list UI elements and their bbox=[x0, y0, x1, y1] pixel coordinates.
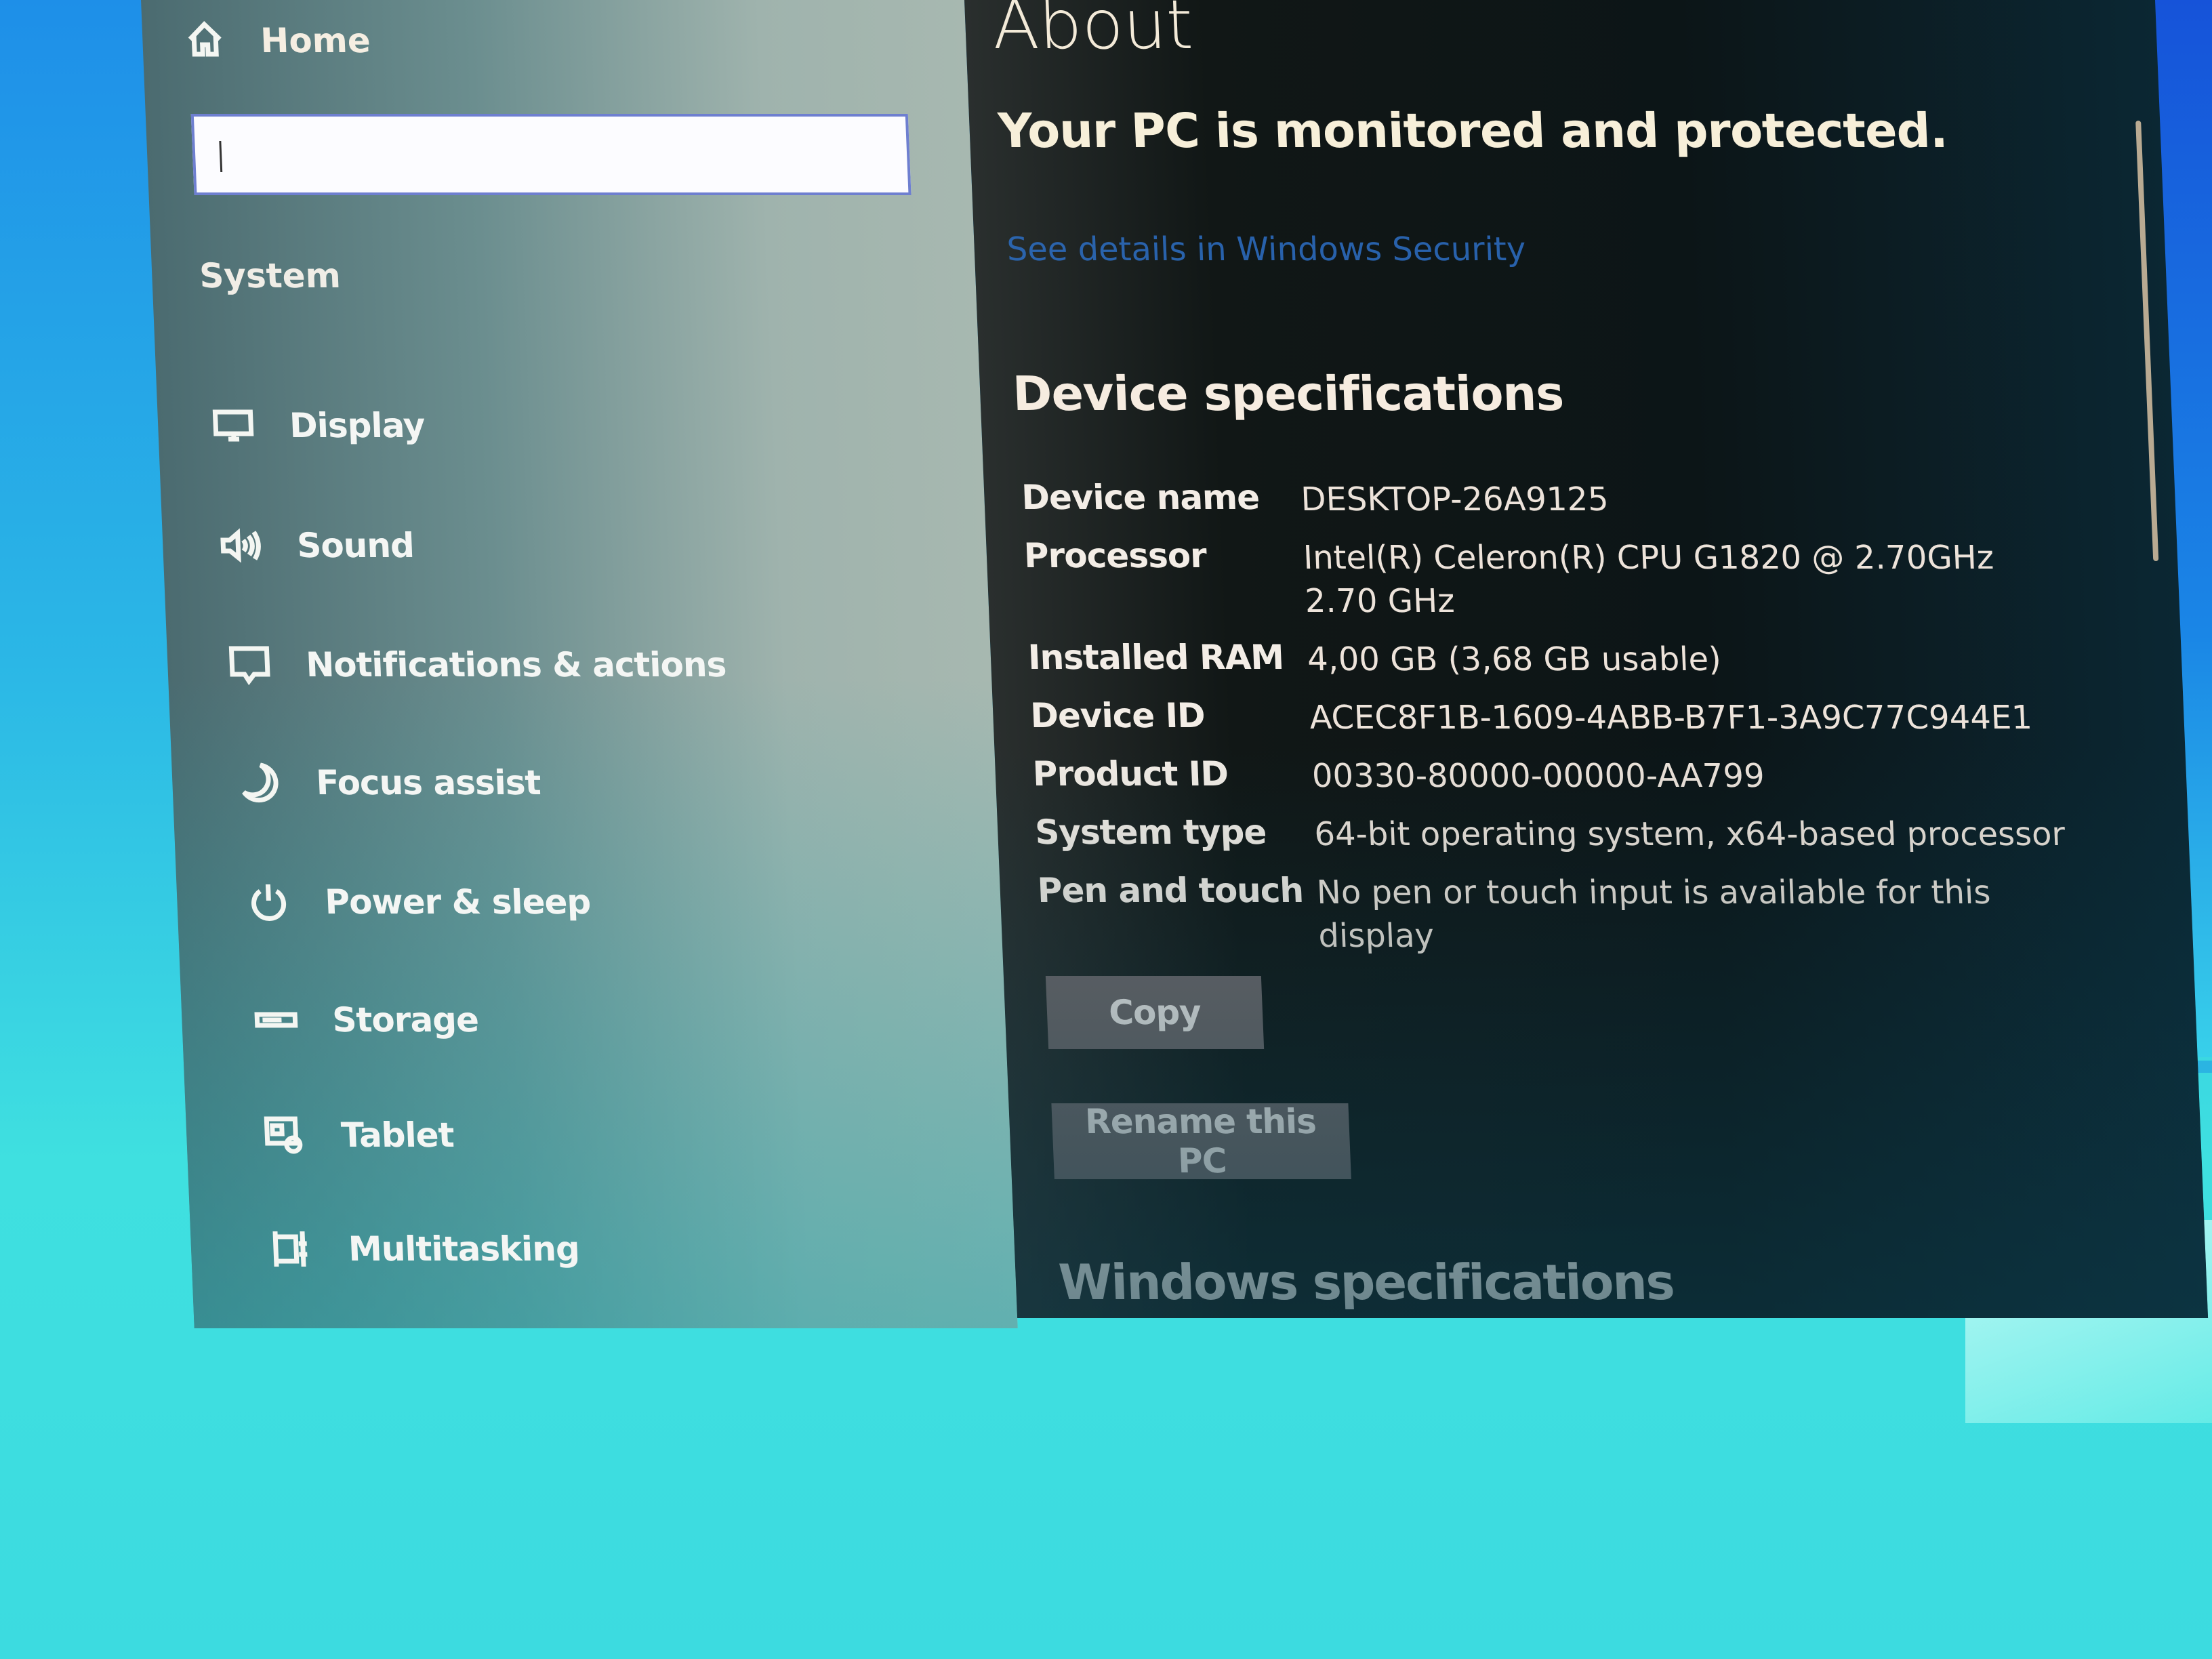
sidebar-item-label: Multitasking bbox=[347, 1229, 580, 1269]
spec-key: Installed RAM bbox=[1027, 638, 1285, 677]
device-specifications-heading: Device specifications bbox=[1011, 366, 1565, 422]
device-specifications-table: Device name DESKTOP-26A9125 Processor In… bbox=[1021, 478, 2125, 972]
spec-key: Product ID bbox=[1031, 754, 1229, 794]
power-icon bbox=[245, 880, 292, 924]
spec-value: DESKTOP-26A9125 bbox=[1300, 480, 1610, 518]
sidebar-home[interactable]: Home bbox=[184, 19, 371, 62]
spec-row-product-id: Product ID 00330-80000-00000-AA799 bbox=[1032, 754, 2118, 798]
sidebar-item-display[interactable]: Display bbox=[210, 403, 426, 448]
spec-value: ACEC8F1B-1609-4ABB-B7F1-3A9C77C944E1 bbox=[1309, 699, 2033, 737]
sidebar-item-label: Power & sleep bbox=[324, 882, 592, 922]
spec-value: 00330-80000-00000-AA799 bbox=[1311, 757, 1765, 795]
vertical-scrollbar[interactable] bbox=[2135, 121, 2159, 561]
spec-row-system-type: System type 64-bit operating system, x64… bbox=[1034, 813, 2121, 856]
windows-security-link[interactable]: See details in Windows Security bbox=[1006, 230, 1527, 268]
spec-key: System type bbox=[1034, 813, 1267, 852]
tablet-icon bbox=[262, 1113, 308, 1158]
sidebar: Home System Display Sound Notifications … bbox=[141, 0, 1018, 1328]
sidebar-item-tablet[interactable]: Tablet bbox=[262, 1113, 455, 1158]
multitasking-icon bbox=[269, 1227, 316, 1271]
spec-row-device-id: Device ID ACEC8F1B-1609-4ABB-B7F1-3A9C77… bbox=[1029, 696, 2116, 739]
spec-key: Pen and touch bbox=[1036, 871, 1305, 910]
spec-row-processor: Processor Intel(R) Celeron(R) CPU G1820 … bbox=[1023, 536, 2111, 623]
copy-button[interactable]: Copy bbox=[1045, 976, 1265, 1049]
home-label: Home bbox=[260, 21, 371, 60]
display-icon bbox=[210, 403, 257, 448]
sidebar-item-label: Focus assist bbox=[315, 763, 541, 802]
page-title: About bbox=[991, 0, 1195, 64]
sidebar-item-power-sleep[interactable]: Power & sleep bbox=[245, 880, 591, 924]
sidebar-item-label: Notifications & actions bbox=[305, 645, 727, 684]
sidebar-item-label: Storage bbox=[331, 1000, 479, 1040]
spec-row-installed-ram: Installed RAM 4,00 GB (3,68 GB usable) bbox=[1027, 638, 2114, 681]
rename-pc-button[interactable]: Rename this PC bbox=[1051, 1102, 1351, 1181]
sidebar-item-label: Sound bbox=[296, 526, 415, 565]
search-input[interactable] bbox=[193, 117, 909, 192]
protection-status: Your PC is monitored and protected. bbox=[997, 103, 1948, 159]
home-icon bbox=[184, 19, 226, 62]
section-label: System bbox=[199, 256, 342, 295]
moon-icon bbox=[237, 760, 283, 805]
sidebar-item-focus-assist[interactable]: Focus assist bbox=[237, 760, 541, 805]
search-input-container[interactable] bbox=[190, 114, 912, 195]
spec-key: Device ID bbox=[1029, 696, 1206, 735]
settings-window: Home System Display Sound Notifications … bbox=[141, 0, 2209, 1328]
speaker-icon bbox=[218, 523, 264, 568]
sidebar-item-multitasking[interactable]: Multitasking bbox=[269, 1227, 580, 1271]
windows-specifications-heading: Windows specifications bbox=[1057, 1254, 1675, 1311]
spec-value: 4,00 GB (3,68 GB usable) bbox=[1306, 640, 1722, 678]
sidebar-item-notifications[interactable]: Notifications & actions bbox=[226, 642, 726, 687]
spec-row-device-name: Device name DESKTOP-26A9125 bbox=[1021, 478, 2107, 521]
sidebar-item-sound[interactable]: Sound bbox=[218, 523, 415, 568]
notification-icon bbox=[226, 642, 273, 687]
spec-value: 64-bit operating system, x64-based proce… bbox=[1313, 815, 2066, 853]
spec-value: No pen or touch input is available for t… bbox=[1315, 874, 1992, 955]
sidebar-item-label: Display bbox=[289, 406, 426, 445]
spec-value: Intel(R) Celeron(R) CPU G1820 @ 2.70GHz … bbox=[1302, 539, 1995, 620]
spec-row-pen-touch: Pen and touch No pen or touch input is a… bbox=[1037, 871, 2125, 958]
spec-key: Processor bbox=[1023, 536, 1207, 575]
spec-key: Device name bbox=[1021, 478, 1261, 517]
about-page: About Your PC is monitored and protected… bbox=[964, 0, 2209, 1318]
sidebar-item-label: Tablet bbox=[340, 1115, 455, 1155]
storage-icon bbox=[253, 998, 300, 1042]
sidebar-item-storage[interactable]: Storage bbox=[253, 998, 479, 1042]
